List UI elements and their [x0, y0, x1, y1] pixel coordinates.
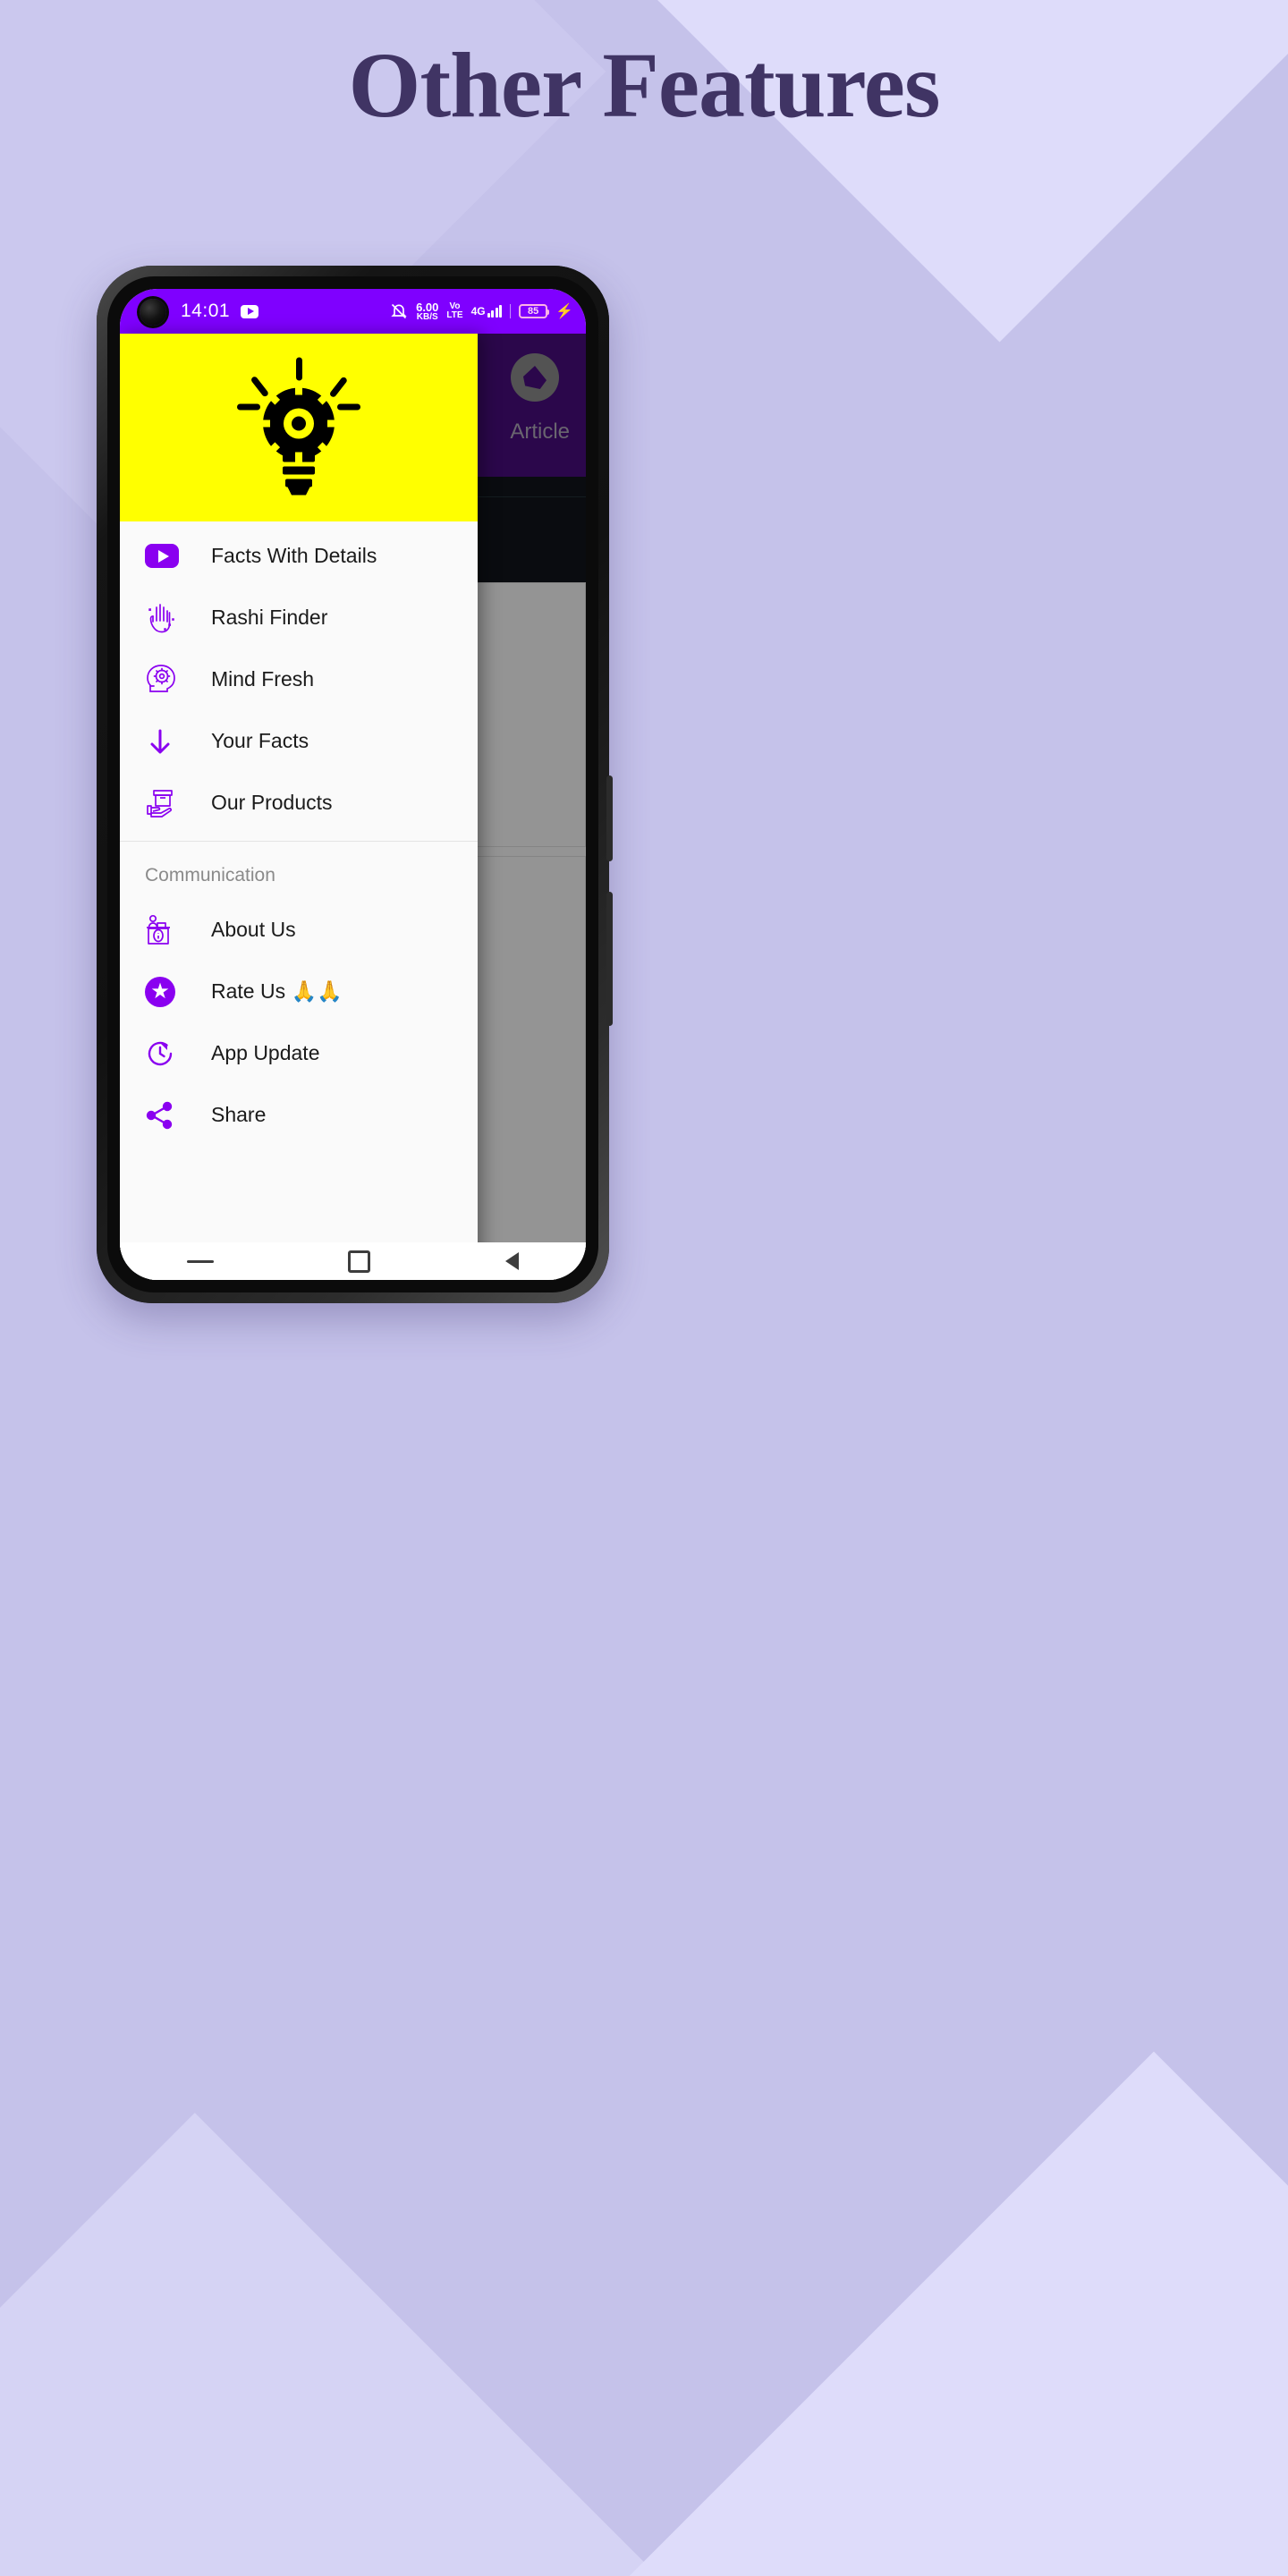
battery-indicator: 85: [519, 304, 550, 318]
drawer-item-label: Rate Us 🙏🙏: [211, 979, 343, 1003]
drawer-item-label: Share: [211, 1103, 267, 1126]
charging-bolt-icon: ⚡: [555, 304, 573, 319]
lightbulb-gear-icon: [232, 354, 366, 502]
update-clock-icon: [145, 1038, 184, 1069]
status-icons: 6.00 KB/S Vo LTE 4G 85 ⚡: [390, 301, 573, 322]
status-divider: [510, 304, 512, 318]
power-button[interactable]: [606, 892, 613, 1026]
drawer-item-label: Rashi Finder: [211, 606, 328, 629]
arrow-down-icon: [145, 726, 184, 757]
volte-indicator: Vo LTE: [446, 302, 462, 320]
net-speed-unit: KB/S: [416, 311, 438, 322]
drawer-item-label: App Update: [211, 1041, 320, 1064]
drawer-item-label: Mind Fresh: [211, 667, 315, 691]
signal-bars-icon: [487, 305, 503, 318]
drawer-section-title: Communication: [145, 865, 275, 886]
drawer-item-facts-with-details[interactable]: Facts With Details: [120, 525, 478, 587]
network-type-label: 4G: [470, 305, 486, 318]
head-gear-icon: [145, 663, 184, 697]
net-speed: 6.00 KB/S: [416, 301, 438, 322]
system-nav-bar: [120, 1242, 586, 1280]
volume-button[interactable]: [606, 775, 613, 861]
vibrate-off-icon: [390, 302, 408, 320]
volte-bottom: LTE: [446, 310, 463, 320]
network-signal: 4G: [471, 305, 503, 318]
drawer-item-our-products[interactable]: Our Products: [120, 772, 478, 834]
status-time: 14:01: [181, 301, 231, 321]
drawer-item-label: Our Products: [211, 791, 333, 814]
drawer-item-rate-us[interactable]: ★ Rate Us 🙏🙏: [120, 961, 478, 1022]
star-circle-icon: ★: [145, 976, 184, 1007]
navigation-drawer: Facts With Details Rashi Finder Mind Fre…: [120, 334, 478, 1280]
net-speed-value: 6.00: [416, 300, 439, 314]
home-icon[interactable]: [348, 1250, 371, 1273]
youtube-icon: [241, 304, 259, 318]
drawer-item-label: About Us: [211, 918, 296, 941]
phone-screen: Article ाएं। ार आप छे व्यूज 2023 , 08.02…: [120, 289, 586, 1280]
hand-box-icon: [145, 787, 184, 819]
drawer-item-label: Facts With Details: [211, 544, 377, 567]
bg-band-bottom-right: [584, 2051, 1288, 2576]
youtube-play-icon: [145, 544, 184, 568]
drawer-item-app-update[interactable]: App Update: [120, 1022, 478, 1084]
back-icon[interactable]: [504, 1252, 519, 1270]
phone-mockup: Article ाएं। ार आप छे व्यूज 2023 , 08.02…: [97, 266, 613, 1303]
drawer-item-label: Your Facts: [211, 729, 309, 752]
camera-punch-hole: [140, 299, 166, 326]
phone-bezel: Article ाएं। ार आप छे व्यूज 2023 , 08.02…: [107, 276, 598, 1292]
drawer-item-your-facts[interactable]: Your Facts: [120, 710, 478, 772]
palm-hand-icon: [145, 601, 184, 635]
share-icon: [145, 1100, 184, 1131]
drawer-item-rashi-finder[interactable]: Rashi Finder: [120, 587, 478, 648]
drawer-header: [120, 334, 478, 521]
drawer-item-mind-fresh[interactable]: Mind Fresh: [120, 648, 478, 710]
drawer-item-share[interactable]: Share: [120, 1084, 478, 1146]
drawer-menu: Facts With Details Rashi Finder Mind Fre…: [120, 521, 478, 1280]
recents-icon[interactable]: [187, 1259, 215, 1263]
info-desk-icon: [145, 913, 184, 947]
drawer-item-about-us[interactable]: About Us: [120, 899, 478, 961]
page-title: Other Features: [348, 34, 941, 137]
status-bar: 14:01 6.00 KB/S Vo LTE 4G 85 ⚡: [120, 289, 586, 334]
